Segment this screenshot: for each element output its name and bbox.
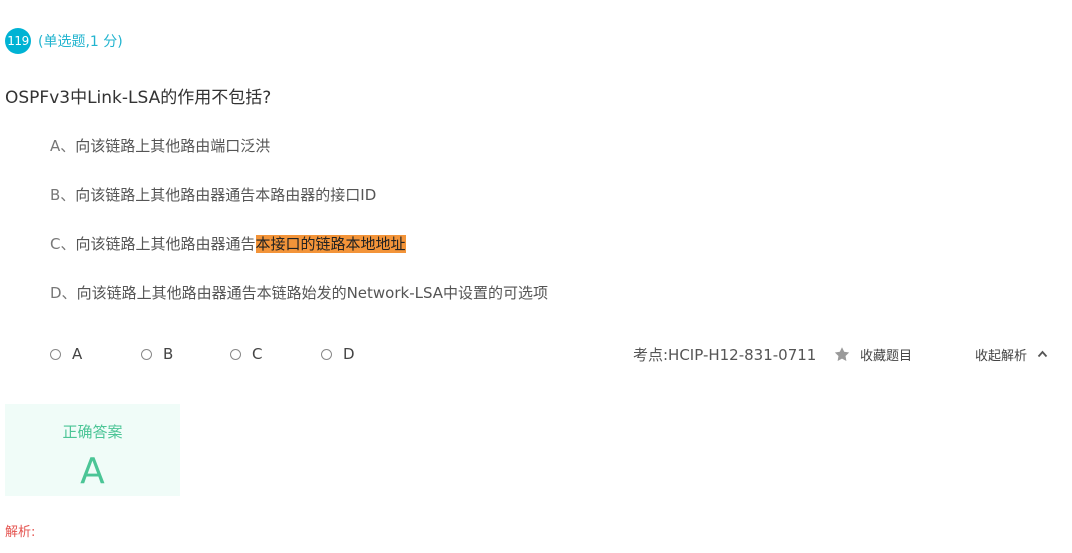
choice-radio-a[interactable]: A [50,345,141,363]
analysis-label: 解析: [5,525,36,540]
collapse-label: 收起解析 [975,348,1028,364]
option-text: 向该链路上其他路由器通告 [75,235,256,253]
collapse-analysis-button[interactable]: 收起解析 [975,343,1048,365]
correct-answer-box: 正确答案 A [5,404,180,496]
question-stem: OSPFv3中Link-LSA的作用不包括? [5,88,272,108]
radio-circle[interactable] [230,348,241,360]
answer-choices: A B C D [50,343,355,365]
choice-label: D [343,345,355,363]
option-letter: A、 [50,137,76,155]
option-letter: B、 [50,186,76,204]
radio-circle[interactable] [141,348,152,360]
question-type-label: (单选题,1 分) [38,34,123,50]
chevron-up-icon [1037,350,1048,358]
option-a[interactable]: A、向该链路上其他路由端口泛洪 [50,135,270,156]
option-text: 向该链路上其他路由器通告本路由器的接口ID [75,186,377,204]
option-letter: C、 [50,235,76,253]
option-highlighted-text: 本接口的链路本地地址 [255,235,406,253]
option-d[interactable]: D、向该链路上其他路由器通告本链路始发的Network-LSA中设置的可选项 [50,282,548,303]
correct-answer-value: A [80,451,105,492]
choice-label: B [163,345,174,363]
option-letter: D、 [50,284,77,302]
option-text: 向该链路上其他路由器通告本链路始发的Network-LSA中设置的可选项 [76,284,549,302]
choice-radio-b[interactable]: B [141,345,230,363]
radio-circle[interactable] [321,348,332,360]
choice-radio-c[interactable]: C [230,345,321,363]
star-icon [834,346,850,361]
exam-point-label: 考点:HCIP-H12-831-0711 [633,345,817,364]
favorite-label: 收藏题目 [860,348,913,364]
radio-circle[interactable] [50,348,61,360]
option-c[interactable]: C、向该链路上其他路由器通告本接口的链路本地地址 [50,233,406,254]
question-page: 119 (单选题,1 分) OSPFv3中Link-LSA的作用不包括? A、向… [0,0,1072,553]
choice-radio-d[interactable]: D [321,345,355,363]
option-b[interactable]: B、向该链路上其他路由器通告本路由器的接口ID [50,184,376,205]
option-text: 向该链路上其他路由端口泛洪 [75,137,271,155]
choice-label: C [252,345,263,363]
question-number-badge: 119 [5,28,31,54]
correct-answer-label: 正确答案 [62,423,123,441]
favorite-question-button[interactable]: 收藏题目 [833,343,912,365]
question-header: 119 (单选题,1 分) [5,28,123,54]
choice-label: A [72,345,83,363]
